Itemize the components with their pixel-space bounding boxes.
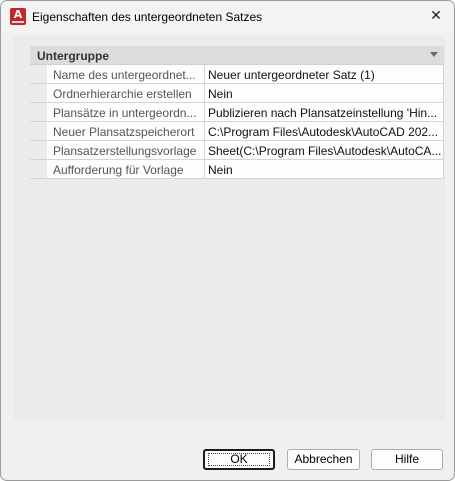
property-row[interactable]: Plansatzerstellungsvorlage Sheet(C:\Prog… [30, 141, 444, 160]
close-icon: ✕ [430, 8, 442, 24]
row-gutter [30, 65, 47, 83]
property-row[interactable]: Neuer Plansatzspeicherort C:\Program Fil… [30, 122, 444, 141]
property-value[interactable]: Sheet(C:\Program Files\Autodesk\AutoCA..… [205, 141, 444, 159]
row-gutter [30, 160, 47, 178]
row-gutter [30, 141, 47, 159]
property-row[interactable]: Ordnerhierarchie erstellen Nein [30, 84, 444, 103]
property-name: Plansätze in untergeordn... [47, 103, 205, 121]
property-value[interactable]: Publizieren nach Plansatzeinstellung 'Hi… [205, 103, 444, 121]
row-gutter [30, 84, 47, 102]
property-panel: Untergruppe Name des untergeordnet... Ne… [13, 36, 445, 421]
focus-rectangle [208, 453, 270, 466]
group-title: Untergruppe [37, 49, 109, 63]
dialog-title: Eigenschaften des untergeordneten Satzes [32, 10, 263, 24]
property-name: Ordnerhierarchie erstellen [47, 84, 205, 102]
property-value[interactable]: Neuer untergeordneter Satz (1) [205, 65, 444, 83]
row-gutter [30, 122, 47, 140]
property-rows: Name des untergeordnet... Neuer untergeo… [30, 65, 444, 179]
property-name: Neuer Plansatzspeicherort [47, 122, 205, 140]
property-name: Name des untergeordnet... [47, 65, 205, 83]
property-row[interactable]: Plansätze in untergeordn... Publizieren … [30, 103, 444, 122]
property-grid: Untergruppe Name des untergeordnet... Ne… [30, 46, 444, 179]
dialog-window: A Eigenschaften des untergeordneten Satz… [0, 0, 455, 481]
property-value[interactable]: C:\Program Files\Autodesk\AutoCAD 202... [205, 122, 444, 140]
property-row[interactable]: Name des untergeordnet... Neuer untergeo… [30, 65, 444, 84]
ok-button[interactable]: OK [203, 449, 275, 470]
group-header-untergruppe[interactable]: Untergruppe [30, 46, 444, 65]
autocad-app-icon: A [10, 8, 26, 25]
help-button[interactable]: Hilfe [371, 449, 443, 470]
close-button[interactable]: ✕ [424, 5, 448, 27]
cancel-button[interactable]: Abbrechen [287, 449, 360, 470]
property-value[interactable]: Nein [205, 160, 444, 178]
property-name: Aufforderung für Vorlage [47, 160, 205, 178]
chevron-down-icon[interactable] [430, 52, 438, 57]
property-value[interactable]: Nein [205, 84, 444, 102]
property-name: Plansatzerstellungsvorlage [47, 141, 205, 159]
property-row[interactable]: Aufforderung für Vorlage Nein [30, 160, 444, 179]
title-bar: A Eigenschaften des untergeordneten Satz… [1, 1, 454, 33]
row-gutter [30, 103, 47, 121]
